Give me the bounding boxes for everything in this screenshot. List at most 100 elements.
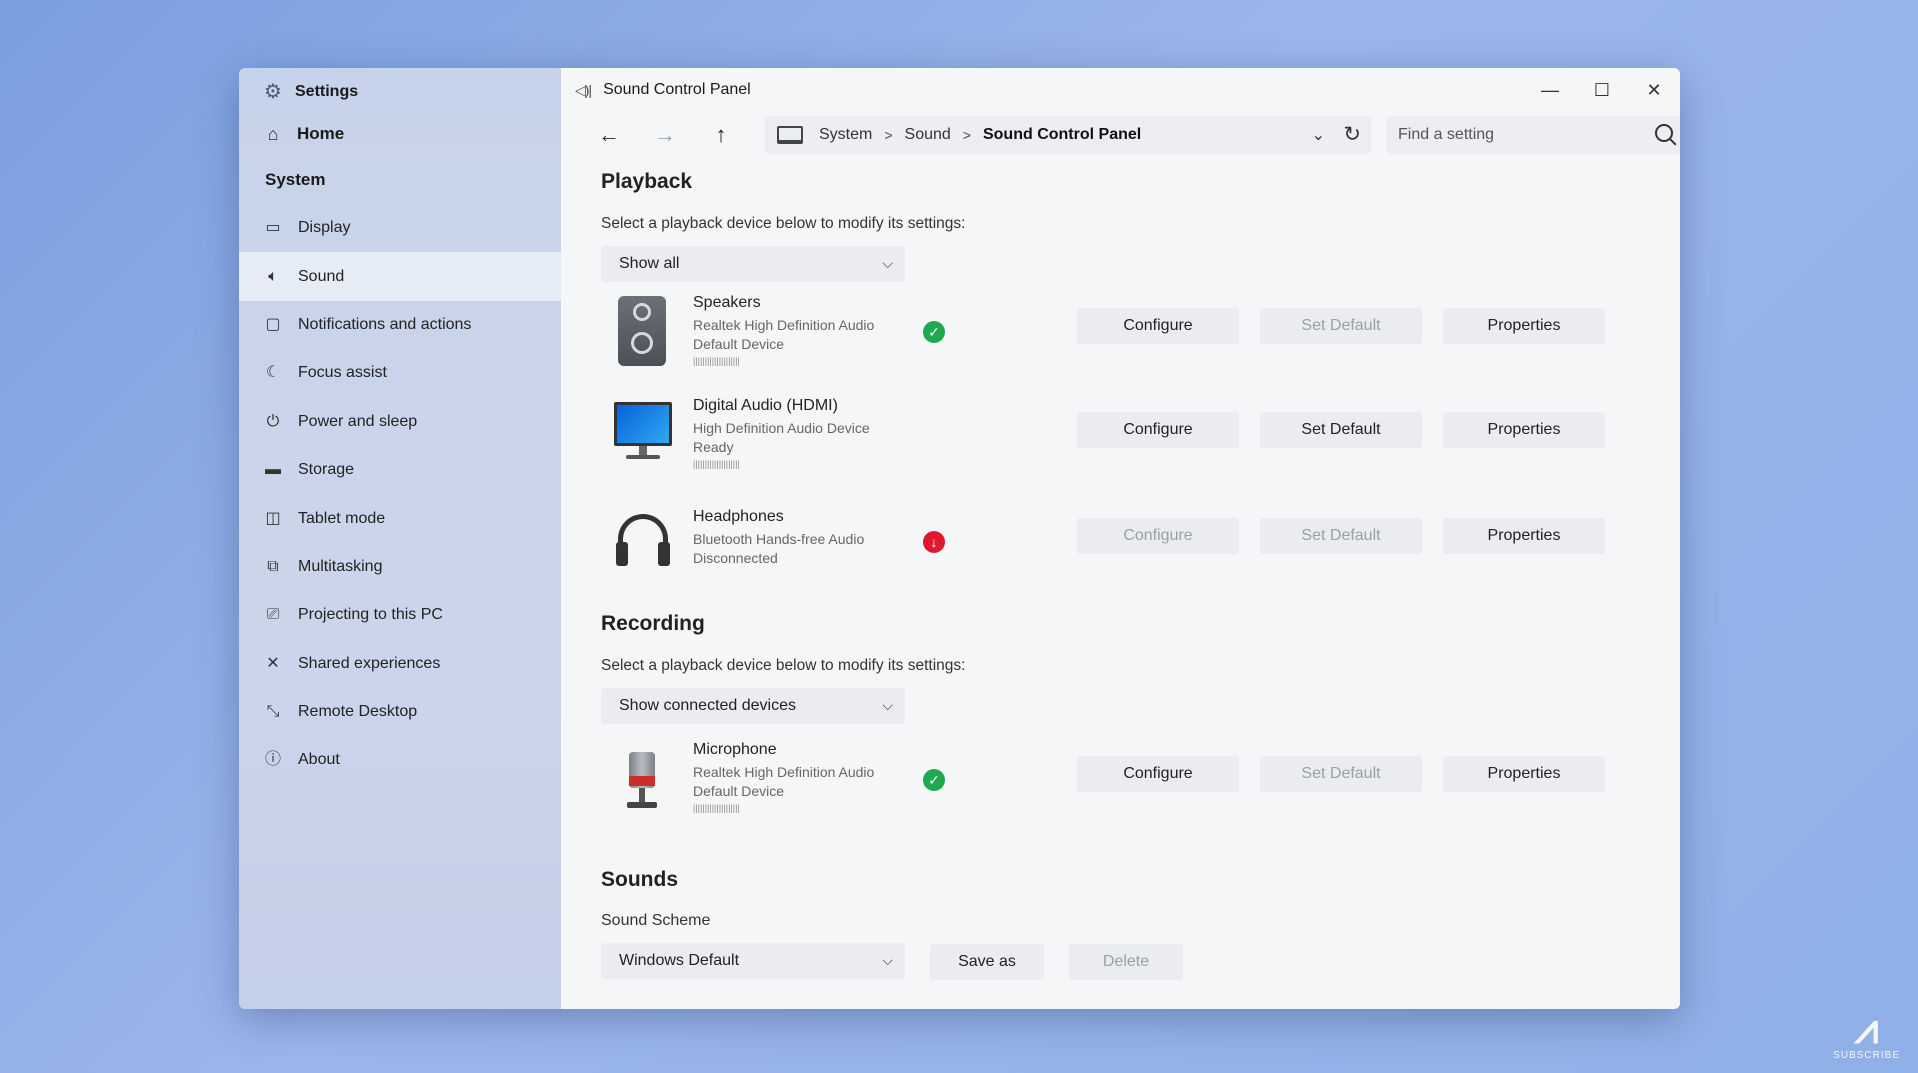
sidebar-item-storage[interactable]: ▬ Storage (239, 446, 561, 494)
up-arrow-icon[interactable]: ↑ (693, 117, 749, 153)
delete-button[interactable]: Delete (1069, 944, 1183, 980)
sound-icon: 🔈︎ (268, 267, 278, 285)
device-row-headphones[interactable]: Headphones Bluetooth Hands-free Audio Di… (601, 494, 1680, 596)
maximize-icon[interactable]: ☐ (1576, 68, 1628, 112)
chevron-down-icon: ⌵ (882, 255, 893, 271)
main-panel: ◁)| Sound Control Panel — ☐ ✕ ← → ↑ Syst… (561, 68, 1680, 1009)
configure-button[interactable]: Configure (1077, 518, 1239, 554)
sidebar-item-display[interactable]: ▭ Display (239, 204, 561, 252)
headphones-icon (614, 506, 670, 576)
breadcrumb-sound[interactable]: Sound (905, 126, 951, 144)
properties-button[interactable]: Properties (1443, 756, 1605, 792)
search-icon[interactable] (1655, 124, 1673, 142)
settings-window: ⚙ Settings ⌂ Home System ▭ Display 🔈︎ So… (239, 68, 1680, 1009)
speaker-small-icon: ◁)| (575, 81, 592, 98)
set-default-button[interactable]: Set Default (1260, 308, 1422, 344)
properties-button[interactable]: Properties (1443, 518, 1605, 554)
device-status-text: Ready (693, 439, 734, 455)
device-status-text: Default Device (693, 336, 785, 352)
microphone-icon (615, 748, 669, 818)
device-driver: Realtek High Definition Audio (693, 317, 875, 333)
search-input[interactable] (1398, 126, 1638, 144)
device-row-digital-audio[interactable]: Digital Audio (HDMI) High Definition Aud… (601, 392, 1680, 492)
minimize-icon[interactable]: — (1524, 68, 1576, 112)
close-icon[interactable]: ✕ (1628, 68, 1680, 112)
back-arrow-icon[interactable]: ← (581, 117, 637, 153)
configure-button[interactable]: Configure (1077, 308, 1239, 344)
sidebar-item-shared-experiences[interactable]: ✕ Shared experiences (239, 640, 561, 688)
breadcrumb-system[interactable]: System (819, 126, 872, 144)
configure-button[interactable]: Configure (1077, 412, 1239, 448)
sidebar-item-projecting[interactable]: ⎚ Projecting to this PC (239, 591, 561, 639)
sidebar-item-label: About (298, 751, 340, 769)
recording-heading: Recording (601, 612, 705, 635)
sidebar-item-label: Power and sleep (298, 412, 418, 430)
save-as-button[interactable]: Save as (930, 944, 1044, 980)
recording-filter-select[interactable]: Show connected devices ⌵ (601, 688, 905, 724)
power-icon: ⏻ (266, 412, 280, 430)
device-status-text: Default Device (693, 783, 785, 799)
address-bar[interactable]: System > Sound > Sound Control Panel ⌄ ↻ (765, 116, 1371, 154)
device-driver: Realtek High Definition Audio (693, 764, 875, 780)
device-status-text: Disconnected (693, 550, 778, 566)
gear-icon: ⚙ (264, 81, 282, 103)
sound-scheme-label: Sound Scheme (601, 912, 711, 929)
speaker-icon (618, 296, 666, 366)
set-default-button[interactable]: Set Default (1260, 412, 1422, 448)
computer-icon (777, 126, 803, 144)
sidebar-home[interactable]: ⌂ Home (239, 112, 561, 156)
volume-level-meter: |||||||||||||||||||| (693, 356, 740, 366)
device-name: Speakers (693, 294, 761, 311)
set-default-button[interactable]: Set Default (1260, 756, 1422, 792)
device-row-speakers[interactable]: Speakers Realtek High Definition Audio D… (601, 290, 1680, 390)
storage-icon: ▬ (265, 461, 281, 479)
sidebar-item-remote-desktop[interactable]: ⤡ Remote Desktop (239, 688, 561, 736)
sidebar-item-label: Focus assist (298, 364, 387, 382)
device-name: Microphone (693, 741, 777, 758)
sidebar-item-tablet-mode[interactable]: ◫ Tablet mode (239, 494, 561, 542)
sidebar-item-label: Storage (298, 461, 355, 479)
sidebar-item-label: Remote Desktop (298, 703, 418, 721)
sidebar: ⚙ Settings ⌂ Home System ▭ Display 🔈︎ So… (239, 68, 561, 1009)
playback-description: Select a playback device below to modify… (601, 215, 966, 232)
sidebar-section-title: System (265, 170, 326, 189)
breadcrumb-sound-control-panel[interactable]: Sound Control Panel (983, 126, 1141, 144)
sidebar-item-notifications[interactable]: ▢ Notifications and actions (239, 301, 561, 349)
tablet-icon: ◫ (265, 509, 281, 527)
sound-scheme-select[interactable]: Windows Default ⌵ (601, 943, 905, 979)
playback-filter-value: Show all (619, 255, 680, 272)
sidebar-item-power[interactable]: ⏻ Power and sleep (239, 398, 561, 446)
sidebar-item-label: Shared experiences (298, 654, 441, 672)
shared-icon: ✕ (266, 654, 280, 672)
projecting-icon: ⎚ (266, 606, 280, 624)
sidebar-item-label: Notifications and actions (298, 315, 472, 333)
subscribe-label: SUBSCRIBE (1833, 1050, 1900, 1061)
volume-level-meter: |||||||||||||||||||| (693, 459, 740, 469)
forward-arrow-icon[interactable]: → (637, 117, 693, 153)
device-row-microphone[interactable]: Microphone Realtek High Definition Audio… (601, 738, 1680, 838)
configure-button[interactable]: Configure (1077, 756, 1239, 792)
sound-scheme-value: Windows Default (619, 952, 740, 969)
channel-logo: ⩘ (1854, 1005, 1879, 1052)
playback-filter-select[interactable]: Show all ⌵ (601, 246, 905, 282)
properties-button[interactable]: Properties (1443, 412, 1605, 448)
app-title-label: Settings (295, 83, 359, 100)
sidebar-item-multitasking[interactable]: ⧉ Multitasking (239, 543, 561, 591)
remote-icon: ⤡ (266, 703, 280, 721)
chevron-down-icon[interactable]: ⌄ (1312, 125, 1325, 145)
sidebar-item-sound[interactable]: 🔈︎ Sound (239, 252, 561, 301)
device-driver: High Definition Audio Device (693, 420, 870, 436)
set-default-button[interactable]: Set Default (1260, 518, 1422, 554)
info-icon: ⓘ (264, 751, 281, 769)
chevron-down-icon: ⌵ (882, 952, 893, 968)
properties-button[interactable]: Properties (1443, 308, 1605, 344)
recording-filter-value: Show connected devices (619, 697, 796, 714)
sidebar-item-about[interactable]: ⓘ About (239, 736, 561, 784)
moon-icon: ☾ (265, 364, 281, 382)
sidebar-item-label: Tablet mode (298, 509, 386, 527)
sidebar-item-focus-assist[interactable]: ☾ Focus assist (239, 349, 561, 397)
check-icon: ✓ (923, 769, 945, 791)
sidebar-item-label: Multitasking (298, 557, 383, 575)
home-icon: ⌂ (267, 123, 279, 144)
refresh-icon[interactable]: ↻ (1343, 122, 1361, 147)
